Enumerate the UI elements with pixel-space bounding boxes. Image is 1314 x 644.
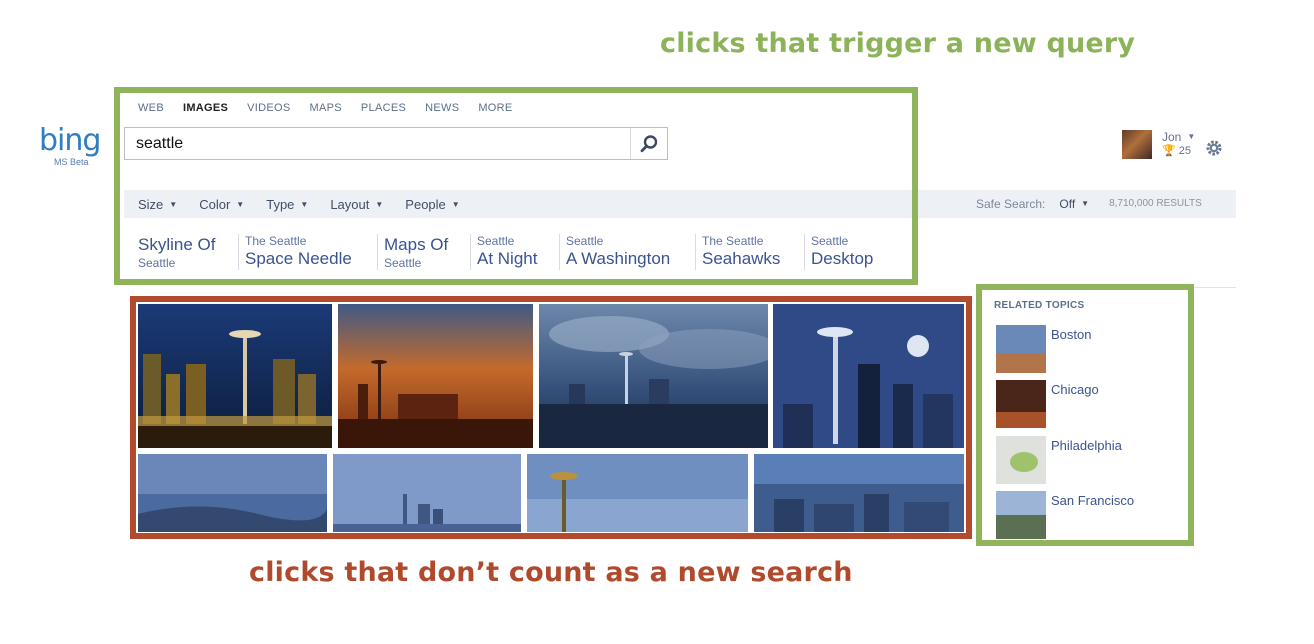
chevron-down-icon: ▼ <box>1081 199 1090 208</box>
logo-word: bing <box>39 123 101 158</box>
safe-search-label: Safe Search: <box>976 197 1046 211</box>
user-menu[interactable]: Jon ▼ 🏆 25 <box>1122 130 1195 159</box>
safe-search-value: Off <box>1059 197 1076 211</box>
rewards-points: 🏆 25 <box>1162 144 1195 157</box>
safe-search: Safe Search: Off ▼ 8,710,000 RESULTS <box>976 197 1202 211</box>
annotation-new-query: clicks that trigger a new query <box>660 28 1136 59</box>
results-count: 8,710,000 RESULTS <box>1109 198 1202 209</box>
logo-subtitle: MS Beta <box>54 157 89 167</box>
new-query-highlight-box <box>114 87 918 285</box>
user-name-dropdown[interactable]: Jon ▼ <box>1162 130 1195 144</box>
annotation-no-new-search: clicks that don’t count as a new search <box>249 557 853 588</box>
bing-logo[interactable]: bing MS Beta <box>39 123 101 168</box>
related-topics-highlight-box <box>976 284 1194 546</box>
settings-button[interactable] <box>1205 139 1223 162</box>
gear-icon <box>1206 140 1222 156</box>
user-name: Jon <box>1162 130 1182 144</box>
rewards-icon: 🏆 <box>1162 145 1176 157</box>
rewards-count: 25 <box>1178 145 1192 157</box>
no-new-search-highlight-box <box>130 296 972 539</box>
avatar <box>1122 130 1152 159</box>
chevron-down-icon: ▼ <box>1187 132 1196 141</box>
safe-search-dropdown[interactable]: Off ▼ <box>1059 197 1089 211</box>
